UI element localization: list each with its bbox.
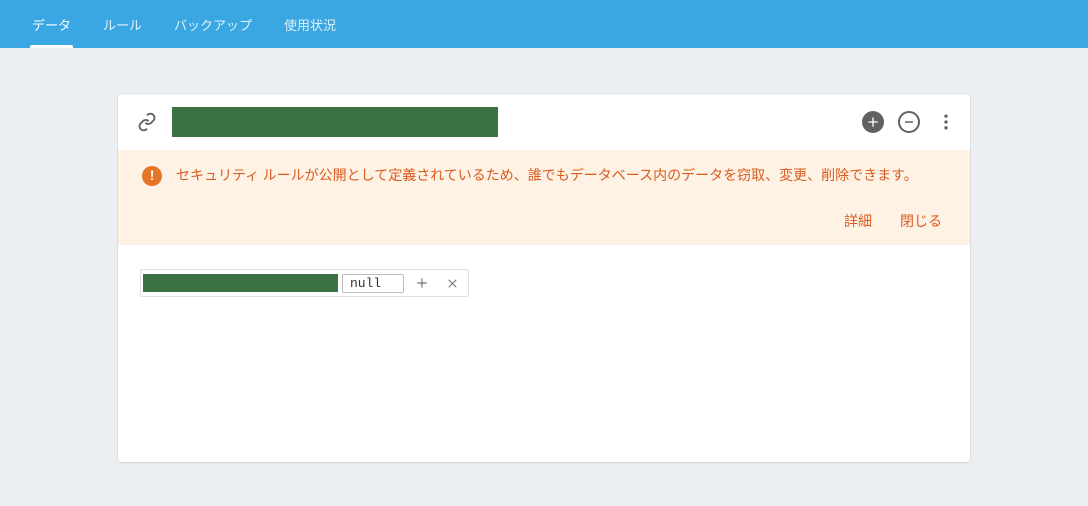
tab-backup[interactable]: バックアップ bbox=[158, 0, 268, 48]
data-tree-area: null bbox=[118, 245, 970, 321]
more-vert-icon bbox=[936, 112, 956, 132]
header-tabs: データ ルール バックアップ 使用状況 bbox=[0, 0, 1088, 48]
remove-button[interactable] bbox=[898, 111, 920, 133]
tab-rules[interactable]: ルール bbox=[87, 0, 158, 48]
security-warning-banner: ! セキュリティ ルールが公開として定義されているため、誰でもデータベース内のデ… bbox=[118, 150, 970, 245]
data-key-redacted bbox=[143, 274, 338, 292]
close-icon bbox=[446, 277, 459, 290]
data-value-box[interactable]: null bbox=[342, 274, 404, 293]
warning-icon: ! bbox=[142, 166, 162, 186]
add-button[interactable] bbox=[862, 111, 884, 133]
main-panel: ! セキュリティ ルールが公開として定義されているため、誰でもデータベース内のデ… bbox=[118, 94, 970, 462]
more-menu-button[interactable] bbox=[934, 110, 958, 134]
warning-close-button[interactable]: 閉じる bbox=[900, 211, 942, 231]
tab-usage[interactable]: 使用状況 bbox=[268, 0, 352, 48]
warning-message: セキュリティ ルールが公開として定義されているため、誰でもデータベース内のデータ… bbox=[176, 166, 918, 187]
row-remove-button[interactable] bbox=[440, 271, 464, 295]
minus-circle-icon bbox=[903, 116, 915, 128]
database-url-redacted bbox=[172, 107, 498, 137]
tab-data[interactable]: データ bbox=[16, 0, 87, 48]
warning-detail-button[interactable]: 詳細 bbox=[844, 211, 872, 231]
link-icon bbox=[136, 111, 158, 133]
url-bar bbox=[118, 94, 970, 150]
plus-circle-icon bbox=[865, 114, 881, 130]
plus-icon bbox=[415, 276, 429, 290]
row-add-button[interactable] bbox=[410, 271, 434, 295]
data-root-row[interactable]: null bbox=[140, 269, 469, 297]
